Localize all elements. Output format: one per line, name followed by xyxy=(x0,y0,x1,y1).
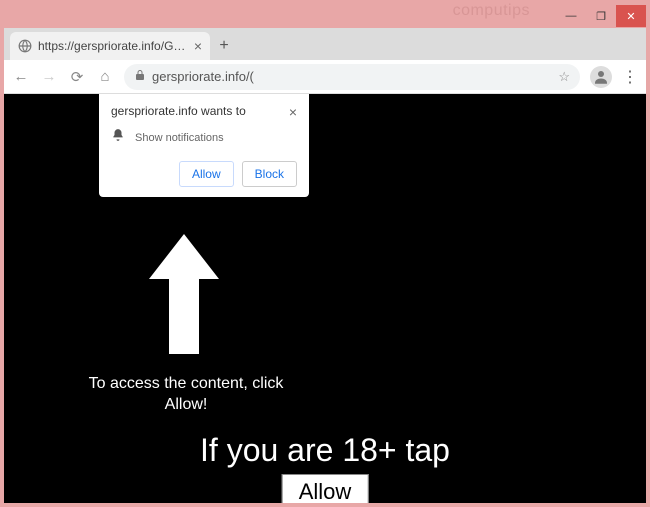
notification-origin: gerspriorate.info wants to xyxy=(111,104,246,118)
access-instruction-text: To access the content, click Allow! xyxy=(66,374,306,416)
new-tab-button[interactable]: + xyxy=(210,32,238,60)
menu-button[interactable]: ⋮ xyxy=(622,67,638,87)
notification-body: Show notifications xyxy=(111,128,297,147)
tab-bar: https://gerspriorate.info/GO8?ta × + xyxy=(4,28,646,60)
close-window-button[interactable]: ✕ xyxy=(616,5,646,27)
browser-tab[interactable]: https://gerspriorate.info/GO8?ta × xyxy=(10,32,210,60)
tab-close-icon[interactable]: × xyxy=(194,38,202,54)
notification-allow-button[interactable]: Allow xyxy=(179,161,234,187)
bell-icon xyxy=(111,128,125,147)
forward-button[interactable]: → xyxy=(40,68,58,85)
lock-icon xyxy=(134,69,146,84)
notification-block-button[interactable]: Block xyxy=(242,161,297,187)
globe-icon xyxy=(18,39,32,53)
arrow-up-icon xyxy=(144,234,224,359)
page-allow-button[interactable]: Allow xyxy=(282,474,369,503)
window-buttons: — ❐ ✕ xyxy=(556,5,646,27)
browser-chrome: https://gerspriorate.info/GO8?ta × + ← →… xyxy=(4,28,646,94)
home-button[interactable]: ⌂ xyxy=(96,68,114,85)
age-gate-headline: If you are 18+ tap xyxy=(4,432,646,469)
notification-permission-popup: gerspriorate.info wants to × Show notifi… xyxy=(99,94,309,197)
reload-button[interactable]: ⟳ xyxy=(68,68,86,86)
profile-avatar[interactable] xyxy=(590,66,612,88)
notification-permission-text: Show notifications xyxy=(135,132,224,144)
back-button[interactable]: ← xyxy=(12,68,30,85)
notification-close-icon[interactable]: × xyxy=(289,104,297,120)
maximize-button[interactable]: ❐ xyxy=(586,5,616,27)
notification-actions: Allow Block xyxy=(111,161,297,187)
notification-header: gerspriorate.info wants to × xyxy=(111,104,297,120)
address-bar[interactable]: gerspriorate.info/( ☆ xyxy=(124,64,580,90)
url-text: gerspriorate.info/( xyxy=(152,69,552,84)
minimize-button[interactable]: — xyxy=(556,5,586,27)
window-frame: computips — ❐ ✕ https://gerspriorate.inf… xyxy=(0,0,650,507)
page-viewport: gerspriorate.info wants to × Show notifi… xyxy=(4,94,646,503)
bookmark-star-icon[interactable]: ☆ xyxy=(558,69,570,85)
tab-title: https://gerspriorate.info/GO8?ta xyxy=(38,39,188,53)
watermark-text: computips xyxy=(453,2,530,20)
toolbar: ← → ⟳ ⌂ gerspriorate.info/( ☆ ⋮ xyxy=(4,60,646,94)
titlebar: — ❐ ✕ xyxy=(4,4,646,28)
